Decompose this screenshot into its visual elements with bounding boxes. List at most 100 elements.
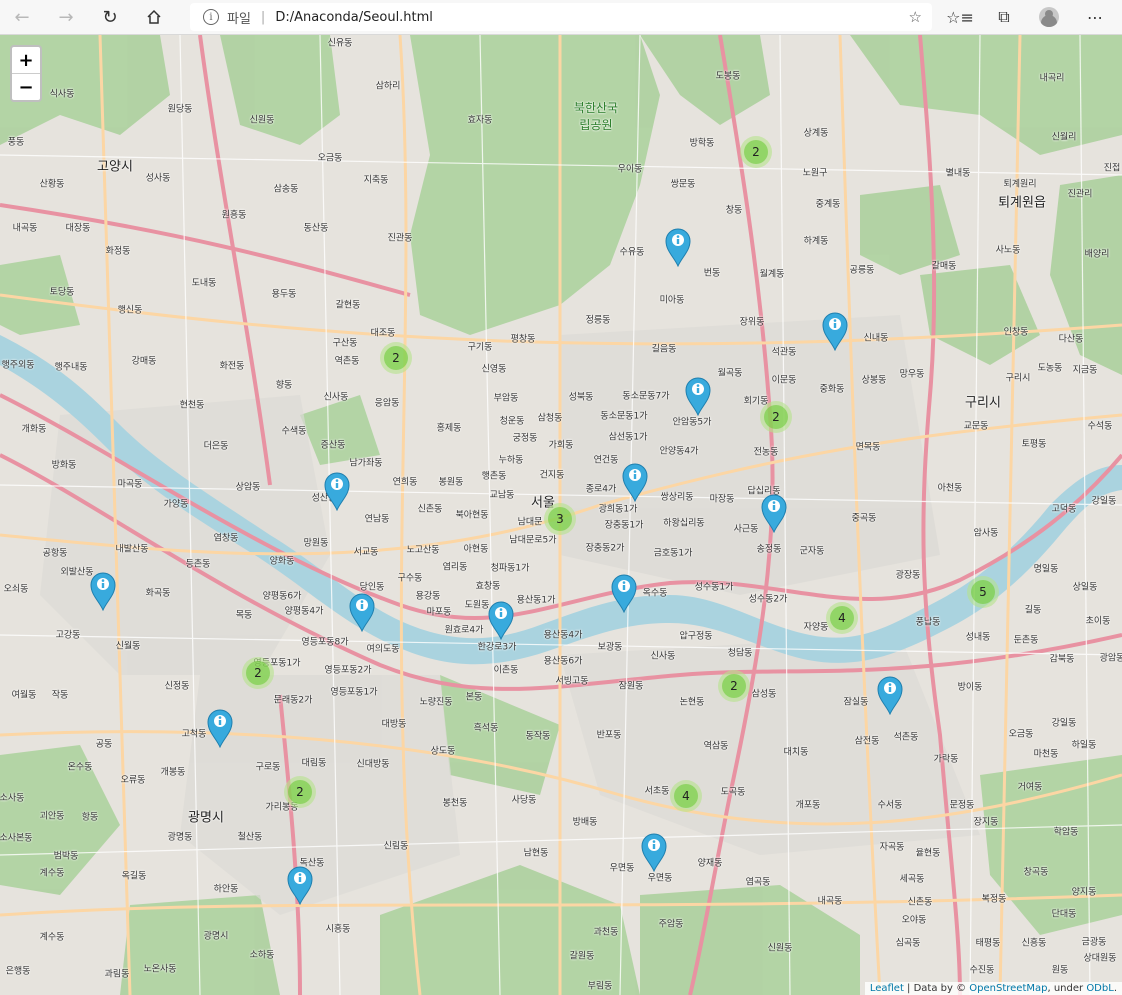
marker-cluster[interactable]: 4 bbox=[826, 602, 858, 634]
marker-cluster[interactable]: 4 bbox=[670, 780, 702, 812]
address-separator: | bbox=[260, 9, 266, 25]
place-label: 서초동 bbox=[644, 786, 670, 797]
map-marker-icon[interactable] bbox=[487, 600, 515, 640]
place-label: 광장동 bbox=[895, 570, 921, 581]
place-label: 퇴계원리 bbox=[1003, 179, 1037, 190]
map-marker-icon[interactable] bbox=[286, 865, 314, 905]
place-label: 문정동 bbox=[949, 800, 975, 811]
map-marker-icon[interactable] bbox=[89, 571, 117, 611]
place-label: 양지동 bbox=[1071, 887, 1097, 898]
menu-button[interactable]: ⋯ bbox=[1073, 0, 1117, 34]
place-label: 수진동 bbox=[969, 965, 995, 976]
map-marker-icon[interactable] bbox=[664, 227, 692, 267]
map-marker-icon[interactable] bbox=[684, 376, 712, 416]
map-container[interactable]: 신유동 삼하리 식사동 원당동 신원동 효자동 도봉동 내곡리 풍동 오금동 방학동 상계동 신월리 고양… bbox=[0, 35, 1122, 995]
place-label: 고강동 bbox=[55, 630, 81, 641]
zoom-control: + − bbox=[10, 45, 42, 102]
place-label: 보광동 bbox=[597, 642, 623, 653]
place-label: 토당동 bbox=[49, 287, 75, 298]
place-label: 광명시 bbox=[203, 931, 229, 942]
map-marker-icon[interactable] bbox=[348, 592, 376, 632]
place-label: 가회동 bbox=[548, 440, 574, 451]
place-label: 괴안동 bbox=[39, 811, 65, 822]
place-label: 작동 bbox=[51, 690, 69, 701]
attribution-text-2: , under bbox=[1047, 983, 1087, 994]
leaflet-link[interactable]: Leaflet bbox=[870, 983, 904, 994]
place-label: 교문동 bbox=[963, 421, 989, 432]
marker-cluster[interactable]: 3 bbox=[544, 503, 576, 535]
cluster-count: 2 bbox=[246, 661, 270, 685]
marker-cluster[interactable]: 2 bbox=[718, 670, 750, 702]
place-label: 하일동 bbox=[1071, 740, 1097, 751]
place-label: 광암동 bbox=[1099, 653, 1122, 664]
place-label: 대장동 bbox=[65, 223, 91, 234]
map-marker-icon[interactable] bbox=[206, 708, 234, 748]
place-label: 논현동 bbox=[679, 697, 705, 708]
place-label: 장충동2가 bbox=[585, 543, 625, 554]
map-marker-icon[interactable] bbox=[876, 675, 904, 715]
map-marker-icon[interactable] bbox=[323, 471, 351, 511]
openstreetmap-link[interactable]: OpenStreetMap bbox=[969, 983, 1047, 994]
zoom-in-button[interactable]: + bbox=[12, 47, 40, 74]
address-bar[interactable]: i 파일 | D:/Anaconda/Seoul.html ☆ bbox=[190, 3, 932, 31]
place-label: 상계동 bbox=[803, 128, 829, 139]
place-label: 석촌동 bbox=[893, 732, 919, 743]
zoom-out-button[interactable]: − bbox=[12, 74, 40, 100]
place-label: 자양동 bbox=[803, 622, 829, 633]
home-button[interactable] bbox=[132, 0, 176, 34]
map-marker-icon[interactable] bbox=[640, 832, 668, 872]
map-marker-icon[interactable] bbox=[821, 311, 849, 351]
place-label: 영등포동1가 bbox=[330, 687, 378, 698]
place-label: 성북동 bbox=[568, 392, 594, 403]
map-marker-icon[interactable] bbox=[621, 462, 649, 502]
place-label: 아천동 bbox=[937, 483, 963, 494]
place-label: 잠원동 bbox=[618, 681, 644, 692]
place-label: 오야동 bbox=[901, 915, 927, 926]
place-label: 월계동 bbox=[759, 269, 785, 280]
collections-button[interactable]: ⧉ bbox=[982, 0, 1026, 34]
marker-cluster[interactable]: 5 bbox=[967, 576, 999, 608]
map-marker-icon[interactable] bbox=[610, 573, 638, 613]
place-label: 도내동 bbox=[191, 278, 217, 289]
place-label: 상도동 bbox=[430, 746, 456, 757]
place-label: 소사동 bbox=[0, 793, 25, 804]
place-label: 태평동 bbox=[975, 938, 1001, 949]
marker-cluster[interactable]: 2 bbox=[740, 136, 772, 168]
place-label: 대림동 bbox=[301, 758, 327, 769]
place-label: 단대동 bbox=[1051, 909, 1077, 920]
odbl-link[interactable]: ODbL bbox=[1086, 983, 1114, 994]
place-label: 신촌동 bbox=[907, 897, 933, 908]
marker-cluster[interactable]: 2 bbox=[284, 776, 316, 808]
place-label: 강일동 bbox=[1051, 718, 1077, 729]
info-icon[interactable]: i bbox=[203, 9, 219, 25]
place-label: 원효로4가 bbox=[444, 625, 484, 636]
marker-cluster[interactable]: 2 bbox=[760, 401, 792, 433]
marker-cluster[interactable]: 2 bbox=[242, 657, 274, 689]
star-plus-icon[interactable]: ☆ bbox=[909, 8, 922, 26]
reload-button[interactable]: ↻ bbox=[88, 0, 132, 34]
place-label: 철산동 bbox=[237, 832, 263, 843]
place-label: 종로4가 bbox=[585, 484, 617, 495]
place-label: 용산동1가 bbox=[516, 595, 556, 606]
marker-cluster[interactable]: 2 bbox=[380, 342, 412, 374]
place-label: 공릉동 bbox=[849, 265, 875, 276]
profile-button[interactable] bbox=[1027, 0, 1071, 34]
place-label: 대방동 bbox=[381, 719, 407, 730]
place-label: 효창동 bbox=[475, 581, 501, 592]
back-button[interactable]: ← bbox=[0, 0, 44, 34]
place-label: 연희동 bbox=[392, 477, 418, 488]
place-label: 북아현동 bbox=[455, 510, 489, 521]
forward-button[interactable]: → bbox=[44, 0, 88, 34]
place-label: 신원동 bbox=[767, 943, 793, 954]
scheme-label: 파일 bbox=[227, 11, 251, 27]
place-label: 구산동 bbox=[332, 338, 358, 349]
place-label: 복정동 bbox=[981, 894, 1007, 905]
place-label: 내곡리 bbox=[1039, 73, 1065, 84]
place-label: 장위동 bbox=[739, 317, 765, 328]
place-label: 신월동 bbox=[115, 641, 141, 652]
address-text[interactable]: D:/Anaconda/Seoul.html bbox=[275, 10, 433, 25]
map-marker-icon[interactable] bbox=[760, 493, 788, 533]
place-label: 구리시 bbox=[965, 395, 1001, 411]
place-label: 계수동 bbox=[39, 868, 65, 879]
favorites-button[interactable]: ☆≡ bbox=[938, 0, 982, 34]
